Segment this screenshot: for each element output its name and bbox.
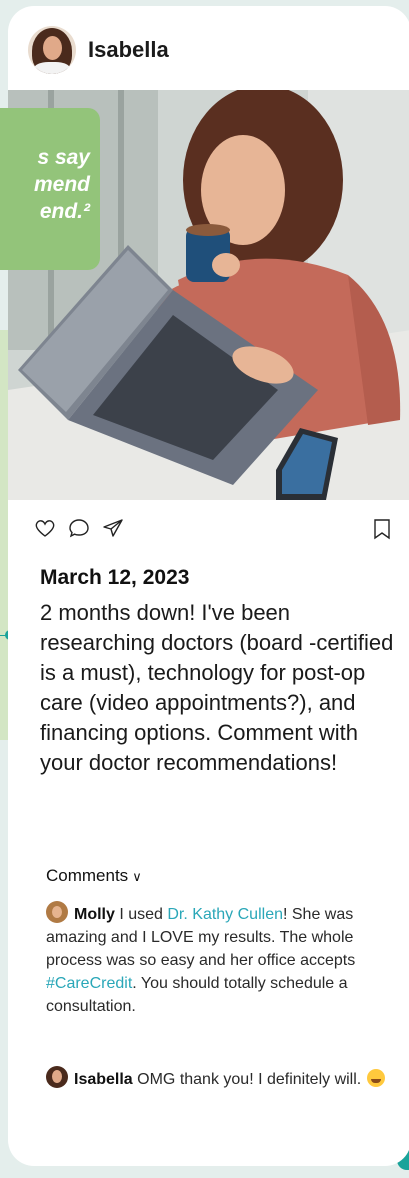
post-actions	[34, 518, 124, 543]
comment-author[interactable]: Isabella	[74, 1071, 133, 1088]
comment-item: Molly I used Dr. Kathy Cullen! She was a…	[46, 901, 398, 1018]
post-date: March 12, 2023	[40, 566, 190, 589]
chevron-down-icon: ∨	[132, 869, 142, 884]
post-header: Isabella	[28, 24, 169, 76]
doctor-link[interactable]: Dr. Kathy Cullen	[167, 906, 283, 923]
post-caption: 2 months down! I've been researching doc…	[40, 600, 394, 775]
username[interactable]: Isabella	[88, 37, 169, 63]
comment-text: I used	[114, 906, 168, 923]
bookmark-icon[interactable]	[373, 518, 391, 545]
comments-toggle[interactable]: Comments ∨	[46, 866, 142, 886]
comment-author[interactable]: Molly	[74, 906, 115, 923]
comment-text: OMG thank you! I definitely will.	[132, 1071, 362, 1088]
avatar[interactable]	[46, 1066, 68, 1088]
heart-icon[interactable]	[34, 518, 56, 543]
avatar[interactable]	[46, 901, 68, 923]
quote-callout: s say mend end.²	[0, 108, 100, 270]
comments-title: Comments	[46, 866, 129, 885]
send-icon[interactable]	[102, 518, 124, 543]
comment-item: Isabella OMG thank you! I definitely wil…	[46, 1066, 398, 1091]
comment-icon[interactable]	[68, 518, 90, 543]
hashtag-link[interactable]: #CareCredit	[46, 975, 132, 992]
hugging-face-emoji-icon	[367, 1069, 386, 1087]
avatar[interactable]	[28, 26, 76, 74]
